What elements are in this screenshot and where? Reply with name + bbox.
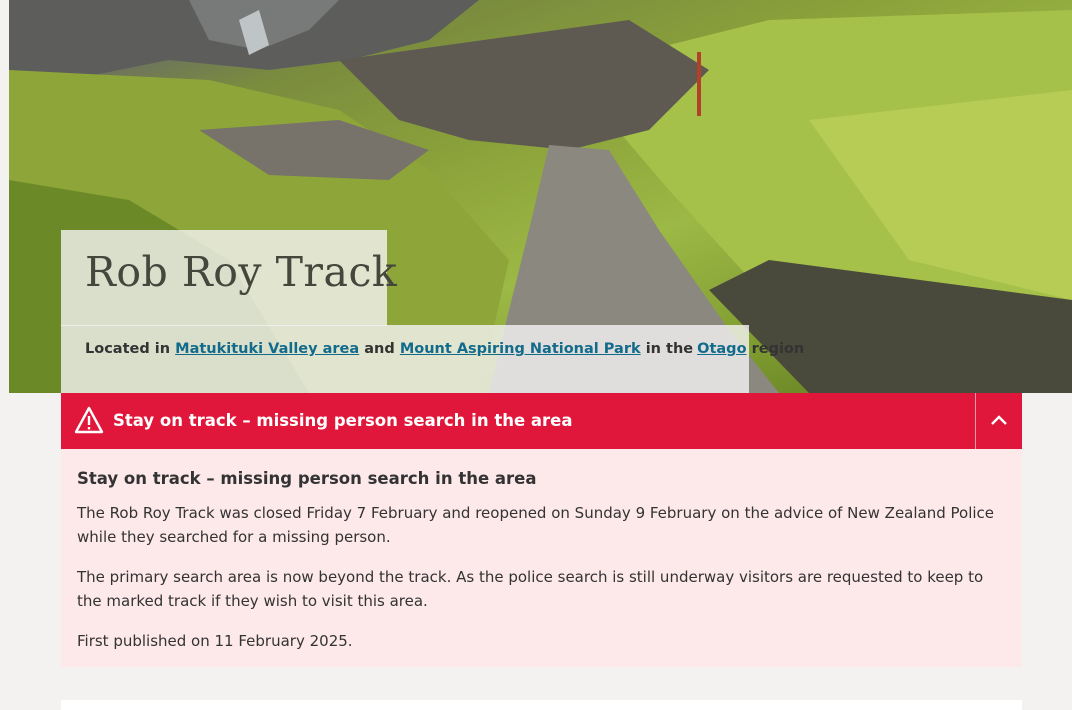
alert-paragraph: The primary search area is now beyond th… [77,568,984,610]
alert-heading: Stay on track – missing person search in… [77,469,537,488]
alert-collapse-button[interactable] [975,393,1022,449]
next-section-card [61,700,1022,710]
location-prefix: Located in [85,341,171,357]
mount-aspiring-link[interactable]: Mount Aspiring National Park [400,341,641,357]
otago-region-link[interactable]: Otago [697,341,746,357]
alert-header[interactable]: Stay on track – missing person search in… [61,393,1022,449]
alert-content: Stay on track – missing person search in… [61,449,1022,667]
alert-published-date: First published on 11 February 2025. [77,632,353,650]
chevron-up-icon [991,415,1007,425]
alert-title: Stay on track – missing person search in… [113,411,573,430]
alert-paragraph: The Rob Roy Track was closed Friday 7 Fe… [77,504,995,546]
location-backdrop [61,325,749,393]
location-suffix: region [751,341,805,357]
warning-triangle-icon [74,406,104,434]
matukituki-valley-link[interactable]: Matukituki Valley area [175,341,359,357]
location-line: Located in Matukituki Valley area and Mo… [85,341,804,357]
location-in-the: in the [645,341,694,357]
page-title: Rob Roy Track [85,248,398,296]
location-and: and [364,341,395,357]
